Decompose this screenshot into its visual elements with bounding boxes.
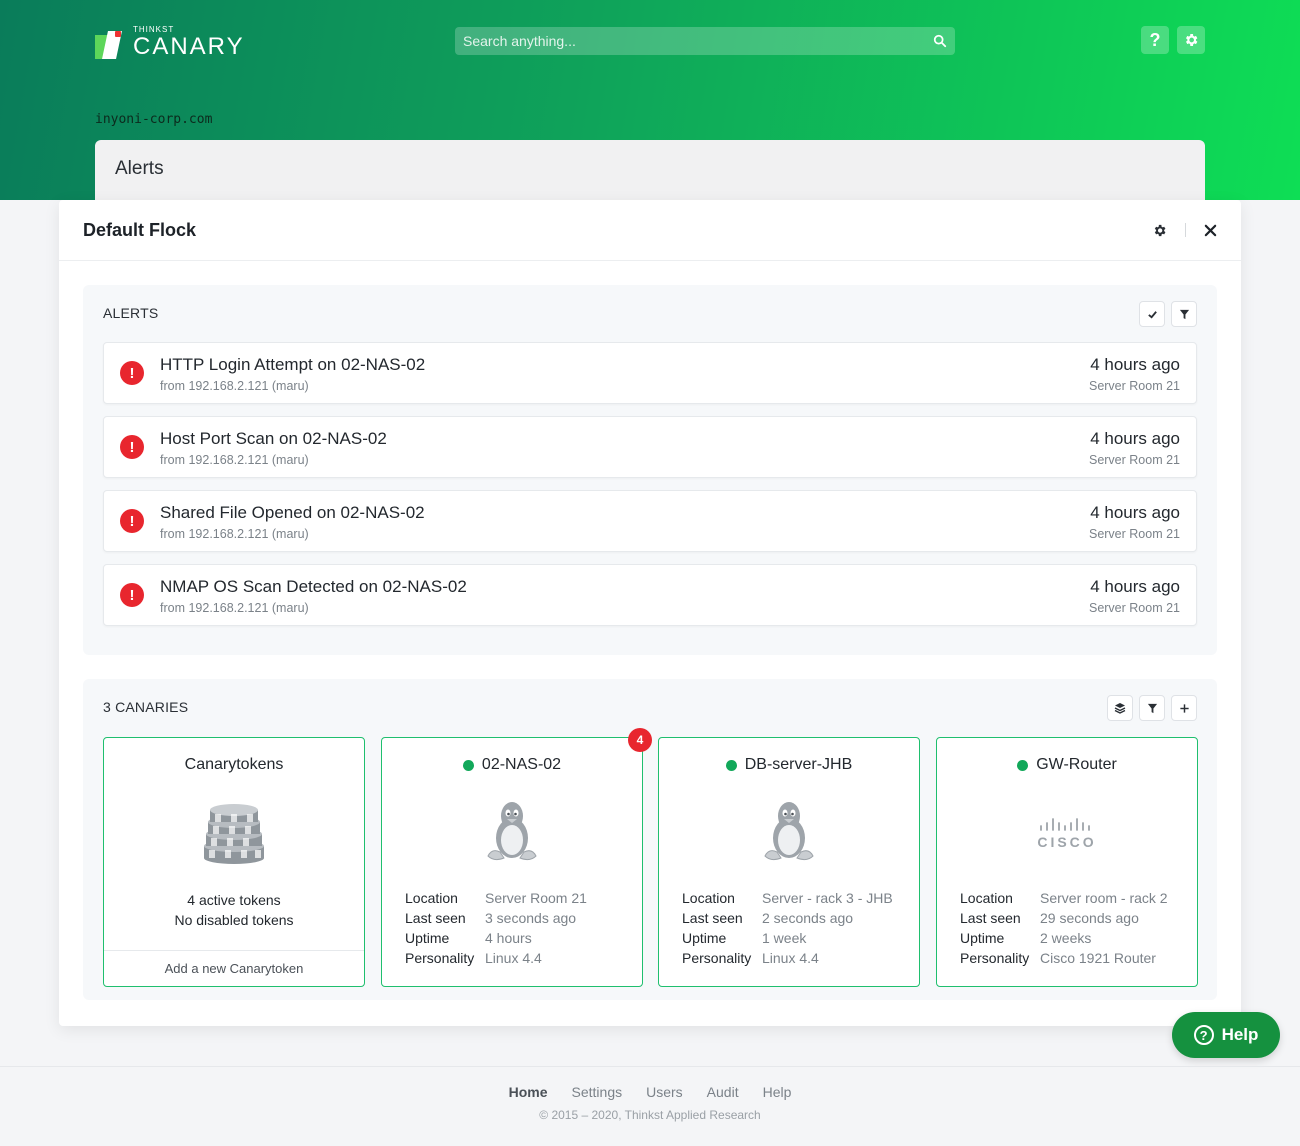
alert-source: from 192.168.2.121 (maru) <box>160 453 309 467</box>
footer-link-settings[interactable]: Settings <box>572 1084 623 1100</box>
footer-link-users[interactable]: Users <box>646 1084 683 1100</box>
acknowledge-all-button[interactable] <box>1139 301 1165 327</box>
alert-icon: ! <box>120 583 144 607</box>
canary-card-gw-router[interactable]: GW-Router CISCO Location Server room - ra… <box>936 737 1198 987</box>
alert-item[interactable]: ! Host Port Scan on 02-NAS-02 from 192.1… <box>103 416 1197 478</box>
alerts-panel: ALERTS ! HTTP Login Attempt on 02-NAS-02… <box>83 285 1217 655</box>
footer-link-audit[interactable]: Audit <box>707 1084 739 1100</box>
layers-icon <box>1114 703 1126 714</box>
filter-canaries-button[interactable] <box>1139 695 1165 721</box>
close-icon[interactable] <box>1204 224 1217 237</box>
alert-icon: ! <box>120 361 144 385</box>
help-button-label: Help <box>1221 1025 1259 1044</box>
alerts-panel-title: ALERTS <box>103 305 159 321</box>
online-status-icon <box>462 759 474 771</box>
alert-title: HTTP Login Attempt on 02-NAS-02 <box>160 355 426 374</box>
gear-icon <box>1186 34 1198 46</box>
alert-title: Shared File Opened on 02-NAS-02 <box>160 503 425 522</box>
header-banner: THINKST CANARY ? inyoni-corp.com Alerts <box>0 0 1300 200</box>
alert-item[interactable]: ! Shared File Opened on 02-NAS-02 from 1… <box>103 490 1197 552</box>
alert-location: Server Room 21 <box>1088 527 1180 541</box>
alert-source: from 192.168.2.121 (maru) <box>160 527 309 541</box>
alert-title: Host Port Scan on 02-NAS-02 <box>160 429 387 448</box>
canaries-panel: 3 CANARIES Canarytokens 4 active tokens … <box>83 679 1217 1000</box>
canaries-panel-title: 3 CANARIES <box>103 699 189 715</box>
alert-item[interactable]: ! HTTP Login Attempt on 02-NAS-02 from 1… <box>103 342 1197 404</box>
alert-source: from 192.168.2.121 (maru) <box>160 601 309 615</box>
alert-time: 4 hours ago <box>1090 503 1180 522</box>
filter-icon <box>1147 703 1157 713</box>
footer-nav: Home Settings Users Audit Help <box>0 1084 1300 1100</box>
plus-icon <box>1179 703 1189 713</box>
linux-tux-icon <box>487 802 537 861</box>
search-bar[interactable] <box>455 27 955 55</box>
canary-card-02-nas-02[interactable]: 4 02-NAS-02 Location Server Room 21 Last… <box>381 728 652 987</box>
alert-source: from 192.168.2.121 (maru) <box>160 379 309 393</box>
help-icon-button[interactable]: ? <box>1141 26 1169 54</box>
online-status-icon <box>725 759 737 771</box>
gear-icon[interactable] <box>1152 223 1167 238</box>
footer-link-home[interactable]: Home <box>509 1084 548 1100</box>
copyright-text: © 2015 – 2020, Thinkst Applied Research <box>539 1108 761 1122</box>
cisco-logo-text: CISCO <box>1037 834 1097 850</box>
add-canary-button[interactable] <box>1171 695 1197 721</box>
canarytokens-card[interactable]: Canarytokens 4 active tokens No disabled… <box>103 737 365 987</box>
question-icon: ? <box>1149 29 1161 50</box>
active-tokens-count: 4 active tokens <box>187 892 281 908</box>
check-icon <box>1147 310 1157 319</box>
disabled-tokens-count: No disabled tokens <box>174 912 294 928</box>
alert-location: Server Room 21 <box>1088 453 1180 467</box>
alert-location: Server Room 21 <box>1088 601 1180 615</box>
canary-details: Location Server - rack 3 - JHB Last seen 2… <box>682 890 893 966</box>
alert-count-badge: 4 <box>628 728 652 752</box>
flock-modal: Default Flock ALERTS ! HTTP Login Attemp… <box>59 200 1241 1026</box>
alert-icon: ! <box>120 509 144 533</box>
token-stack-icon <box>204 804 264 864</box>
linux-tux-icon <box>764 802 814 861</box>
help-button[interactable]: ? Help <box>1172 1012 1280 1058</box>
alert-time: 4 hours ago <box>1090 429 1180 448</box>
filter-icon <box>1179 309 1189 319</box>
alert-location: Server Room 21 <box>1088 379 1180 393</box>
canary-card-db-server-jhb[interactable]: DB-server-JHB Location Server - rack 3 - … <box>658 737 920 987</box>
help-circle-icon: ? <box>1193 1025 1214 1045</box>
add-canarytoken-button[interactable]: Add a new Canarytoken <box>104 950 364 986</box>
settings-button[interactable] <box>1177 26 1205 54</box>
canary-details: Location Server Room 21 Last seen 3 second… <box>405 890 587 966</box>
search-input[interactable] <box>463 33 933 49</box>
search-icon[interactable] <box>933 34 947 48</box>
alert-time: 4 hours ago <box>1090 355 1180 374</box>
canary-details: Location Server room - rack 2 Last seen 29… <box>960 890 1168 966</box>
canary-logo-icon <box>95 31 123 59</box>
alert-title: NMAP OS Scan Detected on 02-NAS-02 <box>160 577 467 596</box>
alerts-section-header: Alerts <box>95 140 1205 200</box>
footer-link-help[interactable]: Help <box>763 1084 792 1100</box>
footer-divider <box>0 1066 1300 1067</box>
canary-name: DB-server-JHB <box>744 756 853 773</box>
modal-header: Default Flock <box>59 200 1241 261</box>
alert-icon: ! <box>120 435 144 459</box>
canary-name: 02-NAS-02 <box>481 756 562 773</box>
canary-name: GW-Router <box>1036 756 1117 773</box>
divider <box>1185 223 1186 237</box>
tokens-summary: 4 active tokens No disabled tokens <box>104 890 364 930</box>
cisco-logo-icon <box>1040 818 1090 831</box>
alert-time: 4 hours ago <box>1090 577 1180 596</box>
canarytokens-title: Canarytokens <box>184 756 284 773</box>
online-status-icon <box>1017 759 1029 771</box>
filter-alerts-button[interactable] <box>1171 301 1197 327</box>
modal-title: Default Flock <box>83 219 197 240</box>
domain-label: inyoni-corp.com <box>95 112 213 127</box>
alert-item[interactable]: ! NMAP OS Scan Detected on 02-NAS-02 fro… <box>103 564 1197 626</box>
group-canaries-button[interactable] <box>1107 695 1133 721</box>
logo-big-text: CANARY <box>133 33 245 60</box>
canary-logo[interactable]: THINKST CANARY <box>95 26 245 59</box>
